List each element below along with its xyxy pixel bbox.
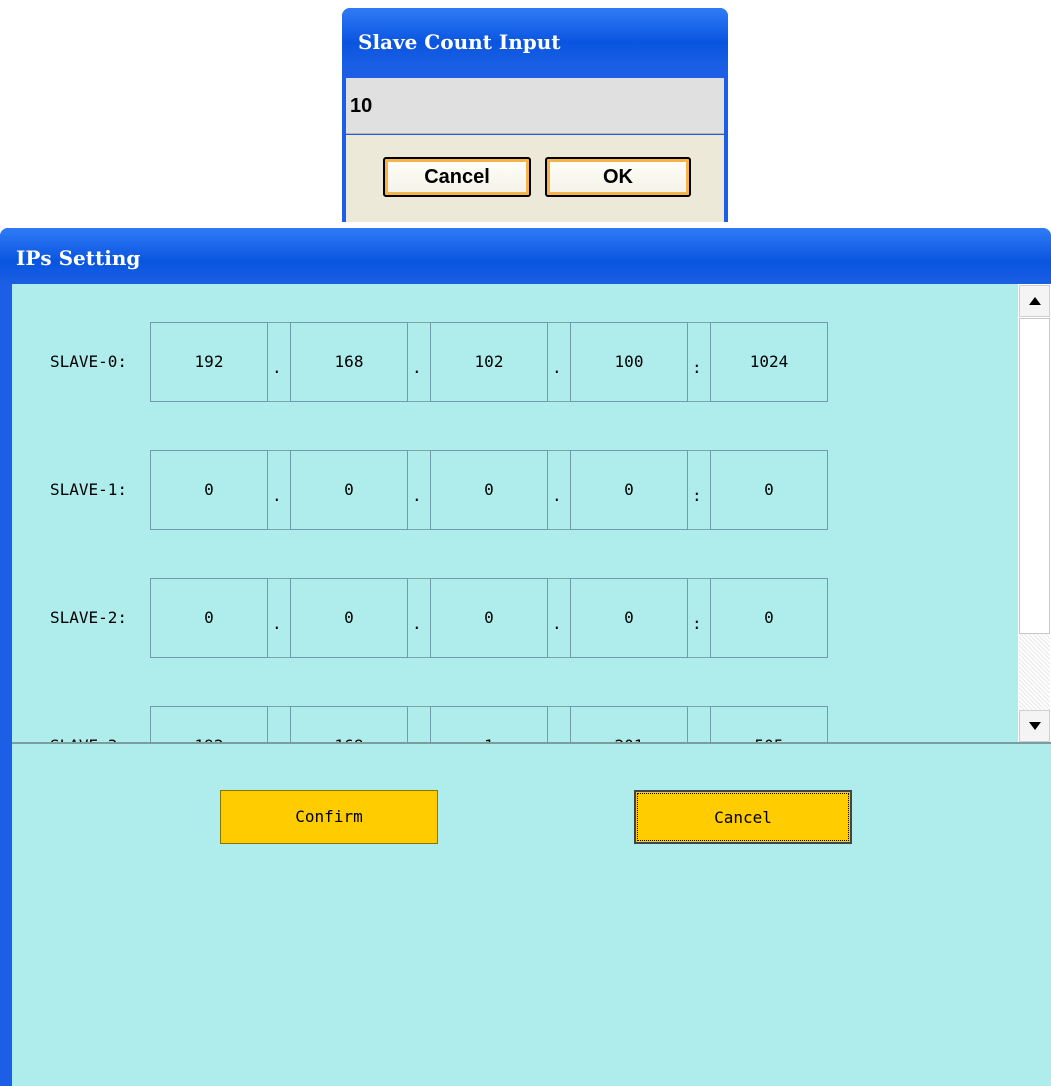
slave-count-button-area: Cancel OK — [346, 135, 724, 222]
colon-separator: : — [688, 450, 710, 530]
dot-label: . — [412, 486, 422, 505]
dot-separator: . — [548, 706, 570, 742]
ip-octet-field[interactable]: 201 — [570, 706, 688, 742]
ip-octet-field[interactable]: 0 — [570, 578, 688, 658]
dot-label: . — [412, 707, 422, 742]
slave-label: SLAVE-1: — [50, 480, 128, 499]
dot-separator: . — [408, 322, 430, 402]
slave-count-dialog: Slave Count Input 10 Cancel OK — [342, 8, 728, 222]
ip-octet-field[interactable]: 192 — [150, 322, 268, 402]
slave-label: SLAVE-3: — [50, 706, 127, 742]
ip-octet-field[interactable]: 0 — [150, 450, 268, 530]
divider — [12, 742, 1051, 744]
slave-row: SLAVE-1: 0. 0. 0. 0:0 — [12, 450, 1012, 530]
slave-count-dialog-title: Slave Count Input — [342, 8, 728, 66]
ip-octet-field[interactable]: 102 — [430, 322, 548, 402]
colon-label: : — [692, 614, 702, 633]
slave-count-value: 10 — [350, 95, 373, 117]
cancel-button[interactable]: Cancel — [634, 790, 852, 844]
colon-label: : — [692, 707, 702, 742]
ip-octet-field[interactable]: 0 — [150, 578, 268, 658]
colon-separator: : — [688, 322, 710, 402]
dot-separator: . — [408, 450, 430, 530]
ip-octet-field[interactable]: 168 — [290, 706, 408, 742]
ip-octet-field[interactable]: 0 — [290, 578, 408, 658]
ip-octet-field[interactable]: 0 — [430, 450, 548, 530]
ip-octet-field[interactable]: 0 — [430, 578, 548, 658]
ip-octet-field[interactable]: 100 — [570, 322, 688, 402]
slave-count-ok-button[interactable]: OK — [545, 157, 691, 197]
ips-setting-client-area: SLAVE-0: 192. 168. 102. 100:1024 SLAVE-1: 0. 0.… — [12, 284, 1051, 1086]
ip-octet-field[interactable]: 192 — [150, 706, 268, 742]
ips-setting-window: IPs Setting SLAVE-0: 192. 168. 102. 100:1024… — [0, 228, 1051, 1086]
vertical-scrollbar[interactable] — [1018, 284, 1051, 742]
dot-separator: . — [548, 322, 570, 402]
dot-separator: . — [548, 578, 570, 658]
ip-octet-field[interactable]: 168 — [290, 322, 408, 402]
port-field[interactable]: 0 — [710, 578, 828, 658]
scrollbar-thumb[interactable] — [1019, 318, 1050, 634]
dot-label: . — [412, 358, 422, 377]
dot-label: . — [272, 614, 282, 633]
slave-count-cancel-button[interactable]: Cancel — [383, 157, 531, 197]
dot-label: . — [412, 614, 422, 633]
ip-octet-field[interactable]: 0 — [570, 450, 688, 530]
dot-separator: . — [268, 322, 290, 402]
slave-count-input[interactable]: 10 — [346, 78, 724, 134]
dot-separator: . — [408, 706, 430, 742]
colon-label: : — [692, 358, 702, 377]
slave-row: SLAVE-3:192.168.1.201:505 — [12, 706, 1012, 742]
dot-label: . — [272, 358, 282, 377]
dot-label: . — [552, 707, 562, 742]
arrow-down-icon[interactable] — [1019, 710, 1050, 742]
slave-row: SLAVE-2: 0. 0. 0. 0:0 — [12, 578, 1012, 658]
dot-separator: . — [268, 450, 290, 530]
slave-label: SLAVE-2: — [50, 608, 128, 627]
slave-label: SLAVE-0: — [50, 352, 128, 371]
confirm-button[interactable]: Confirm — [220, 790, 438, 844]
dot-label: . — [552, 486, 562, 505]
dot-separator: . — [268, 706, 290, 742]
dot-label: . — [552, 614, 562, 633]
dot-separator: . — [268, 578, 290, 658]
ip-octet-field[interactable]: 1 — [430, 706, 548, 742]
dot-label: . — [272, 707, 282, 742]
colon-separator: : — [688, 578, 710, 658]
dot-separator: . — [408, 578, 430, 658]
port-field[interactable]: 1024 — [710, 322, 828, 402]
port-field[interactable]: 0 — [710, 450, 828, 530]
dot-separator: . — [548, 450, 570, 530]
scrollbar-track[interactable] — [1019, 634, 1050, 710]
ips-setting-title: IPs Setting — [0, 228, 1051, 284]
slave-list: SLAVE-0: 192. 168. 102. 100:1024 SLAVE-1: 0. 0.… — [12, 284, 1018, 742]
dot-label: . — [272, 486, 282, 505]
colon-separator: : — [688, 706, 710, 742]
colon-label: : — [692, 486, 702, 505]
ip-octet-field[interactable]: 0 — [290, 450, 408, 530]
arrow-up-icon[interactable] — [1019, 285, 1050, 317]
dot-label: . — [552, 358, 562, 377]
port-field[interactable]: 505 — [710, 706, 828, 742]
slave-row: SLAVE-0: 192. 168. 102. 100:1024 — [12, 322, 1012, 402]
